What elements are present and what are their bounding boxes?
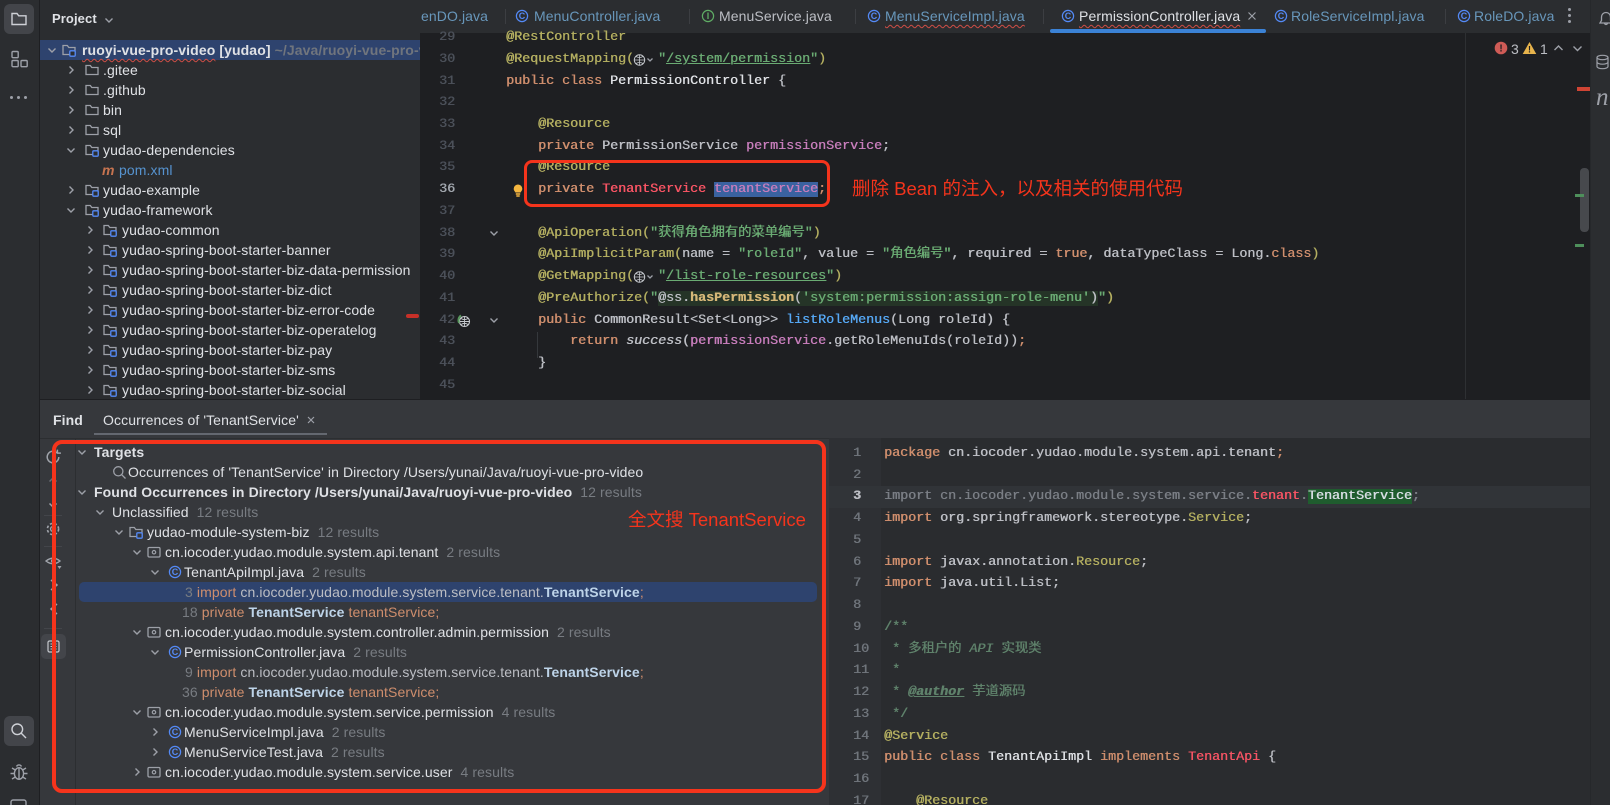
- svg-text:C: C: [519, 11, 526, 21]
- svg-text:!: !: [1499, 44, 1502, 55]
- svg-text:C: C: [1461, 11, 1468, 21]
- svg-text:C: C: [1278, 11, 1285, 21]
- svg-text:!: !: [1528, 45, 1531, 55]
- svg-text:I: I: [707, 11, 710, 21]
- svg-text:C: C: [1065, 11, 1072, 21]
- svg-text:C: C: [871, 11, 878, 21]
